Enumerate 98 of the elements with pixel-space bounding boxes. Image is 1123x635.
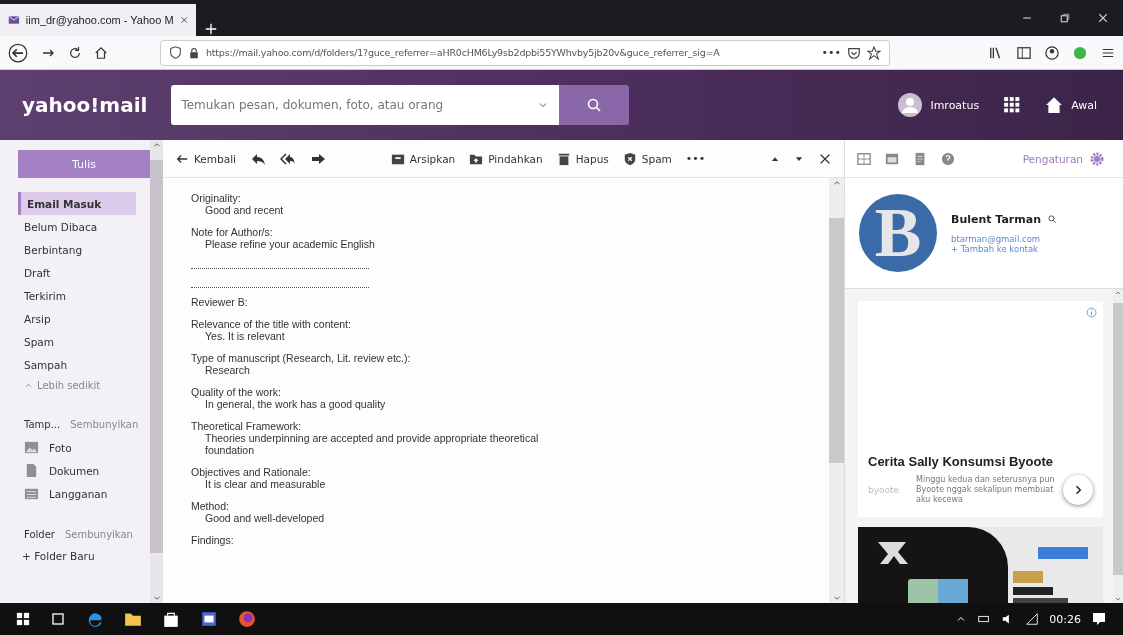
store-icon[interactable]: [162, 610, 180, 628]
field-value: Research: [204, 364, 251, 376]
contact-name: Bulent Tarman: [951, 212, 1041, 226]
field-value: Good and well-developed: [204, 512, 326, 524]
folder-item[interactable]: Draft: [18, 261, 136, 284]
star-icon[interactable]: [867, 45, 881, 60]
folder-icon[interactable]: [124, 610, 142, 628]
toolbar-action[interactable]: Spam: [622, 151, 672, 166]
shield-icon: [622, 151, 637, 166]
help-icon[interactable]: [941, 151, 955, 166]
folder-item[interactable]: Spam: [18, 330, 136, 353]
field-value: It is clear and measurable: [204, 478, 327, 490]
more-button[interactable]: •••: [821, 46, 841, 59]
chevron-up-icon: [24, 381, 33, 390]
field-label: Objectives and Rationale:: [191, 466, 312, 478]
field-label: Theoretical Framework:: [191, 420, 303, 432]
search-icon[interactable]: [1047, 214, 1057, 224]
new-tab-icon[interactable]: [204, 22, 218, 36]
home-icon: [1045, 96, 1064, 114]
email-link[interactable]: btarman@gmail.com: [951, 233, 1041, 244]
settings-icon: [1089, 150, 1105, 167]
field-value: Please refine your academic English: [204, 238, 376, 250]
reply-all-icon[interactable]: [280, 150, 296, 167]
shield-icon: [169, 46, 182, 59]
section-title: Folder: [24, 529, 55, 540]
field-label: Quality of the work:: [191, 386, 282, 398]
reload-icon[interactable]: [68, 45, 82, 60]
field-label: Type of manuscript (Research, Lit. review etc.):: [191, 352, 412, 364]
more-button[interactable]: •••: [685, 152, 706, 165]
start-icon[interactable]: [16, 612, 30, 626]
scroll-down-icon[interactable]: [1114, 595, 1122, 603]
notepad-icon[interactable]: [913, 151, 927, 166]
browser-tab[interactable]: iim_dr@yahoo.com - Yahoo M: [0, 4, 196, 36]
back-icon[interactable]: [8, 42, 28, 63]
brand-logo: byoote: [868, 485, 901, 495]
ad-title: Cerita Sally Konsumsi Byoote: [868, 454, 1054, 469]
calendar-icon[interactable]: [885, 151, 899, 166]
document-icon: [24, 463, 39, 478]
trash-icon: [556, 151, 571, 166]
layout-icon[interactable]: [857, 151, 871, 166]
avatar-icon: [898, 93, 923, 117]
folder-item[interactable]: Belum Dibaca: [18, 215, 136, 238]
folder-item[interactable]: Berbintang: [18, 238, 136, 261]
scrollbar[interactable]: [829, 178, 844, 603]
toolbar-action[interactable]: Pindahkan: [469, 151, 543, 166]
contact-avatar: B: [859, 194, 937, 272]
clock[interactable]: 00:26: [1049, 612, 1081, 626]
folder-item[interactable]: Sampah: [18, 353, 136, 376]
address-bar[interactable]: https://mail.yahoo.com/d/folders/1?guce_referrer=aHR0cHM6Ly9sb2dpbi55YWhvby5jb20v&guce_referrer_sig=A •••: [160, 39, 890, 66]
folder-item[interactable]: Arsip: [18, 307, 136, 330]
back-button[interactable]: Kembali: [175, 151, 236, 166]
toolbar-action[interactable]: Arsipkan: [390, 151, 456, 166]
field-value: In general, the work has a good quality: [204, 398, 387, 410]
notifications-icon[interactable]: [1091, 611, 1107, 627]
newsletter-icon: [24, 486, 39, 501]
ad-text: Minggu kedua dan seterusnya pun Byoote nggak sekalipun membuat aku kecewa: [916, 475, 1055, 505]
account-icon[interactable]: [1045, 45, 1059, 60]
section-title: Tamp...: [24, 419, 61, 430]
view-item[interactable]: Dokumen: [18, 459, 150, 482]
search-icon: [586, 97, 603, 113]
pocket-icon[interactable]: [847, 45, 861, 60]
view-item[interactable]: Langganan: [18, 482, 150, 505]
document-app-icon[interactable]: [200, 610, 218, 628]
lock-icon: [188, 46, 200, 59]
sidebar-icon[interactable]: [1017, 45, 1031, 60]
apps-grid-icon[interactable]: [1003, 96, 1022, 114]
field-value: Good and recent: [204, 204, 285, 216]
browser-icon[interactable]: [86, 610, 104, 628]
scroll-up-icon[interactable]: [1114, 289, 1122, 297]
restore-icon[interactable]: [1059, 12, 1071, 24]
new-folder-link[interactable]: + Folder Baru: [18, 546, 150, 566]
user-button[interactable]: Imroatus: [892, 92, 986, 118]
photo-icon: [24, 440, 39, 455]
settings-button[interactable]: Pengaturan: [1016, 149, 1111, 168]
section-heading: Findings:: [191, 534, 235, 546]
task-view-icon[interactable]: [50, 611, 66, 627]
field-label: Relevance of the title with content:: [191, 318, 352, 330]
field-label: Originality:: [191, 192, 242, 204]
scrollbar[interactable]: [1113, 289, 1123, 603]
field-label: Method:: [191, 500, 230, 512]
url-text: https://mail.yahoo.com/d/folders/1?guce_referrer=aHR0cHM6Ly9sb2dpbi55YWhvby5jb20v&guce_referrer_sig=A: [206, 47, 721, 58]
folder-item[interactable]: Terkirim: [18, 284, 136, 307]
section-heading: Reviewer B:: [191, 296, 249, 308]
search-field[interactable]: Temukan pesan, dokumen, foto, atau orang: [171, 85, 560, 125]
folder-item[interactable]: Email Masuk: [18, 192, 136, 215]
home-icon[interactable]: [94, 45, 108, 60]
scrollbar[interactable]: [150, 140, 163, 603]
field-value: Theories underpinning are accepted and provide appropriate theoretical foundation: [204, 432, 540, 456]
add-contact-link[interactable]: + Tambah ke kontak: [951, 243, 1038, 254]
toolbar-action[interactable]: Hapus: [556, 151, 609, 166]
library-icon[interactable]: [989, 45, 1003, 60]
logo[interactable]: yahoo!mail: [20, 90, 150, 120]
network-icon[interactable]: [1025, 612, 1040, 626]
mail-icon: [8, 13, 20, 27]
view-item[interactable]: Foto: [18, 436, 150, 459]
home-button[interactable]: Awal: [1039, 95, 1103, 115]
field-value: Yes. It is relevant: [204, 330, 286, 342]
field-label: Note for Author/s:: [191, 226, 274, 238]
